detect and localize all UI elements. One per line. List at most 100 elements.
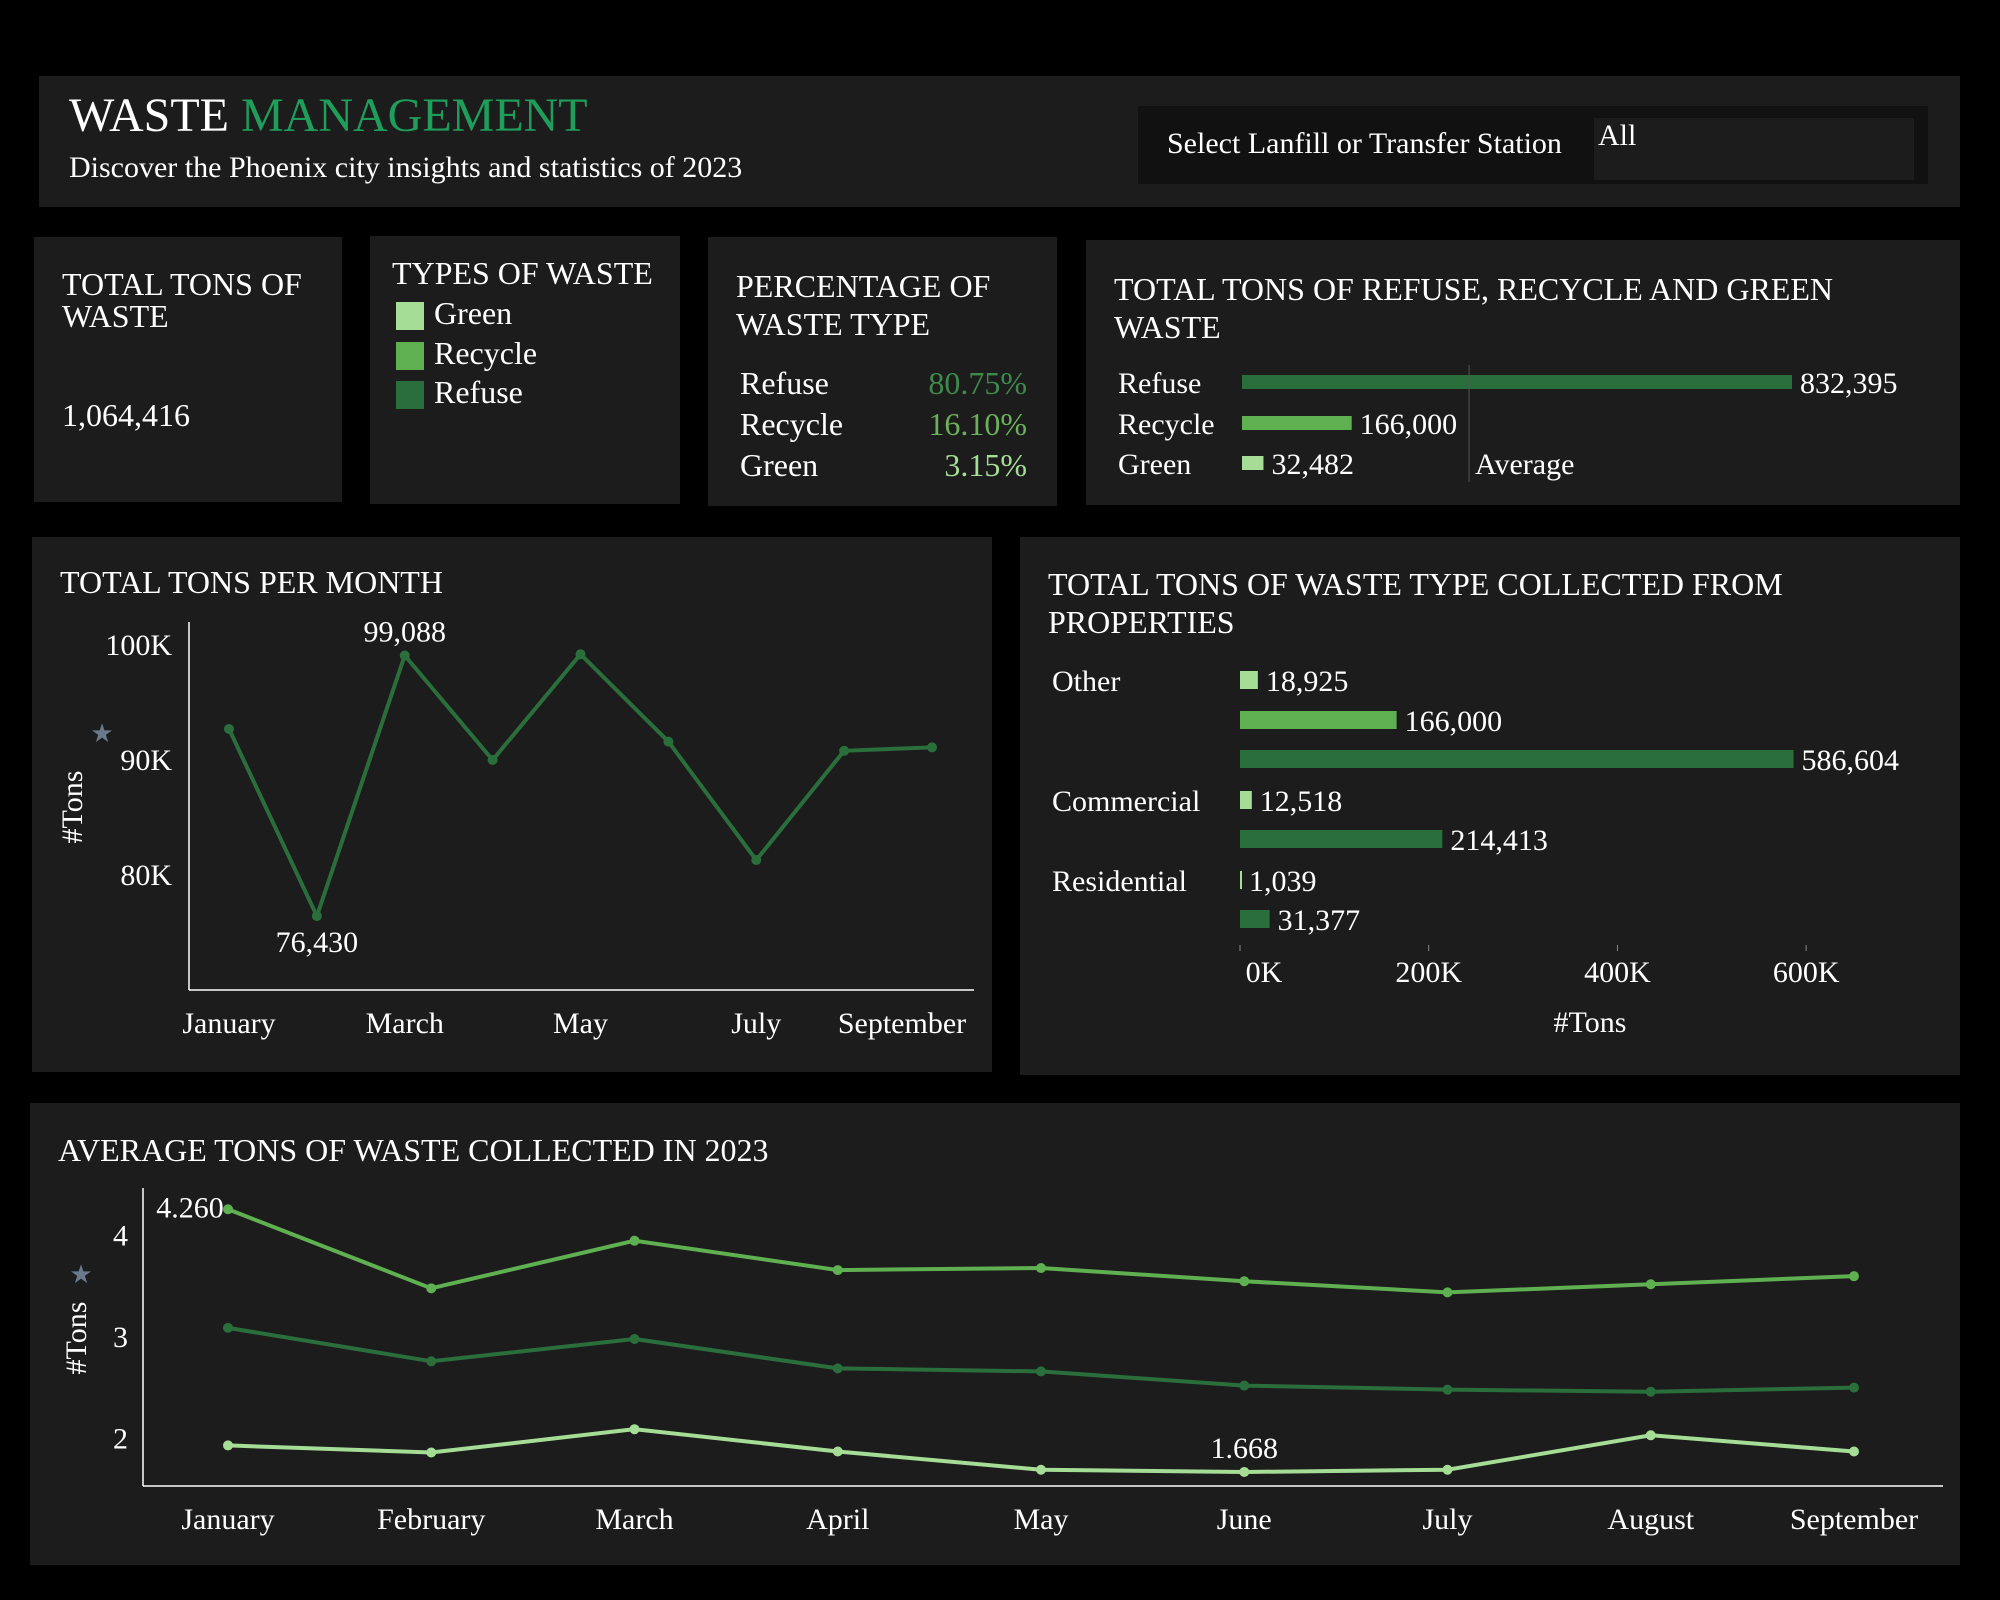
- monthly-xtick-january: January: [182, 1007, 275, 1040]
- pin-icon: ★: [69, 1260, 92, 1289]
- avg-point-recycle-february: [426, 1283, 437, 1294]
- property-bar-residential-refuse: [1240, 910, 1270, 928]
- percentage-label-refuse: Refuse: [740, 365, 829, 401]
- title-part-1: WASTE: [69, 89, 229, 142]
- property-bar-other-refuse: [1240, 750, 1794, 768]
- property-bar-other-recycle: [1240, 711, 1397, 729]
- monthly-xtick-may: May: [553, 1007, 608, 1040]
- avg-point-refuse-september: [1849, 1382, 1859, 1393]
- property-group-other: Other: [1052, 665, 1120, 698]
- legend-item-recycle: Recycle: [434, 335, 538, 371]
- avg-point-recycle-june: [1239, 1276, 1250, 1287]
- monthly-ytick-80k: 80K: [120, 859, 172, 892]
- avg-point-green-may: [1036, 1464, 1046, 1475]
- pin-icon: ★: [90, 719, 113, 748]
- avg-point-refuse-july: [1442, 1384, 1453, 1395]
- monthly-point-april: [487, 755, 498, 765]
- property-xtick-600k: 600K: [1773, 956, 1840, 989]
- filter-label: Select Lanfill or Transfer Station: [1167, 127, 1562, 160]
- avg-point-refuse-may: [1036, 1366, 1046, 1377]
- avg-xtick-may: May: [1014, 1503, 1069, 1536]
- totals-average-label: Average: [1475, 448, 1574, 481]
- avg-point-refuse-april: [832, 1363, 843, 1374]
- kpi-total-title-2: WASTE: [62, 298, 169, 334]
- avg-xtick-july: July: [1422, 1503, 1472, 1536]
- property-bar-value-other-refuse: 586,604: [1802, 744, 1900, 777]
- totals-bar-chart: Refuse 832,395 Recycle 166,000 Green 32,482 Av…: [1118, 365, 1898, 482]
- filter-dropdown[interactable]: All: [1594, 118, 1914, 180]
- avg-point-recycle-september: [1849, 1271, 1859, 1282]
- legend-panel: TYPES OF WASTE Green Recycle Refuse: [370, 236, 680, 504]
- totals-bar-value-refuse: 832,395: [1800, 367, 1898, 400]
- legend-swatch-refuse: [396, 381, 424, 409]
- avg-ytick-3: 3: [113, 1321, 128, 1354]
- avg-point-green-february: [426, 1447, 437, 1458]
- monthly-line-chart: 80K 90K 100K #Tons★ January March May July Septe…: [56, 615, 974, 1040]
- percentage-title-1: PERCENTAGE OF: [736, 268, 991, 304]
- monthly-point-september: [927, 742, 937, 753]
- avg-annotation-recycle-january: 4.260: [156, 1191, 224, 1224]
- percentage-label-recycle: Recycle: [740, 406, 844, 442]
- avg-point-refuse-february: [426, 1356, 437, 1367]
- property-xtick-0k: 0K: [1246, 956, 1283, 989]
- percentage-value-refuse: 80.75%: [928, 365, 1027, 401]
- avg-point-recycle-march: [629, 1235, 640, 1246]
- avg-xtick-february: February: [377, 1503, 485, 1536]
- property-bar-value-residential-refuse: 31,377: [1278, 904, 1361, 937]
- avg-point-refuse-june: [1239, 1380, 1250, 1391]
- avg-ytick-2: 2: [113, 1422, 128, 1455]
- monthly-point-january: [224, 723, 234, 734]
- property-xtick-200k: 200K: [1395, 956, 1462, 989]
- kpi-total-panel: TOTAL TONS OF WASTE 1,064,416: [34, 237, 342, 502]
- kpi-total-value: 1,064,416: [62, 397, 190, 433]
- property-bar-other-green: [1240, 671, 1258, 689]
- filter-container: Select Lanfill or Transfer Station All: [1138, 106, 1928, 184]
- avg-xtick-june: June: [1217, 1503, 1272, 1536]
- totals-bar-category-green: Green: [1118, 448, 1191, 481]
- avg-point-green-june: [1239, 1466, 1250, 1477]
- property-bar-value-other-recycle: 166,000: [1405, 705, 1503, 738]
- monthly-ytick-100k: 100K: [105, 629, 172, 662]
- monthly-line-panel: TOTAL TONS PER MONTH 80K 90K 100K #Tons ★ Jan…: [32, 537, 992, 1072]
- avg-annotation-green-june: 1.668: [1211, 1432, 1279, 1465]
- avg-series-line-refuse: [227, 1325, 1855, 1394]
- avg-point-recycle-july: [1442, 1287, 1453, 1298]
- totals-bar-green: [1242, 456, 1264, 470]
- average-line-chart: 2 3 4 #Tons ★ January February March April May Jun…: [60, 1188, 1943, 1536]
- property-bar-panel: TOTAL TONS OF WASTE TYPE COLLECTED FROM …: [1020, 537, 1960, 1075]
- monthly-ytick-90k: 90K: [120, 744, 172, 777]
- property-group-commercial: Commercial: [1052, 785, 1200, 818]
- legend-item-green: Green: [434, 295, 513, 331]
- totals-bar-value-green: 32,482: [1271, 448, 1354, 481]
- monthly-xtick-september: September: [838, 1007, 966, 1040]
- monthly-annotation-march: 99,088: [364, 615, 447, 648]
- avg-point-refuse-march: [629, 1333, 640, 1344]
- monthly-point-march: [399, 650, 410, 661]
- avg-point-recycle-august: [1645, 1279, 1656, 1290]
- monthly-xtick-march: March: [366, 1007, 444, 1040]
- property-bar-value-commercial-green: 12,518: [1260, 785, 1343, 818]
- avg-point-refuse-august: [1645, 1386, 1656, 1397]
- totals-bar-panel: TOTAL TONS OF REFUSE, RECYCLE AND GREEN …: [1086, 240, 1960, 505]
- avg-point-green-march: [629, 1424, 640, 1435]
- percentage-value-recycle: 16.10%: [928, 406, 1027, 442]
- page-title: WASTE MANAGEMENT: [69, 86, 588, 146]
- property-bar-value-commercial-refuse: 214,413: [1450, 824, 1548, 857]
- header-panel: WASTE MANAGEMENT Discover the Phoenix ci…: [39, 76, 1960, 207]
- property-bar-residential-green: [1240, 871, 1242, 889]
- property-bar-commercial-refuse: [1240, 830, 1443, 848]
- avg-point-green-august: [1645, 1430, 1656, 1441]
- monthly-point-may: [575, 649, 586, 660]
- totals-bar-category-recycle: Recycle: [1118, 408, 1215, 441]
- monthly-point-august: [839, 745, 850, 756]
- property-bar-chart: Other 18,925 166,000 586,604 Commercial 12,51…: [1052, 665, 1900, 1039]
- legend-title: TYPES OF WASTE: [392, 255, 653, 291]
- totals-bar-category-refuse: Refuse: [1118, 367, 1201, 400]
- avg-point-green-april: [832, 1446, 843, 1457]
- avg-point-recycle-may: [1036, 1263, 1046, 1274]
- avg-xtick-august: August: [1607, 1503, 1694, 1536]
- avg-xtick-april: April: [806, 1503, 869, 1536]
- average-line-panel: AVERAGE TONS OF WASTE COLLECTED IN 2023 …: [30, 1103, 1960, 1565]
- monthly-y-label: #Tons: [56, 771, 89, 844]
- page-subtitle: Discover the Phoenix city insights and s…: [69, 151, 743, 184]
